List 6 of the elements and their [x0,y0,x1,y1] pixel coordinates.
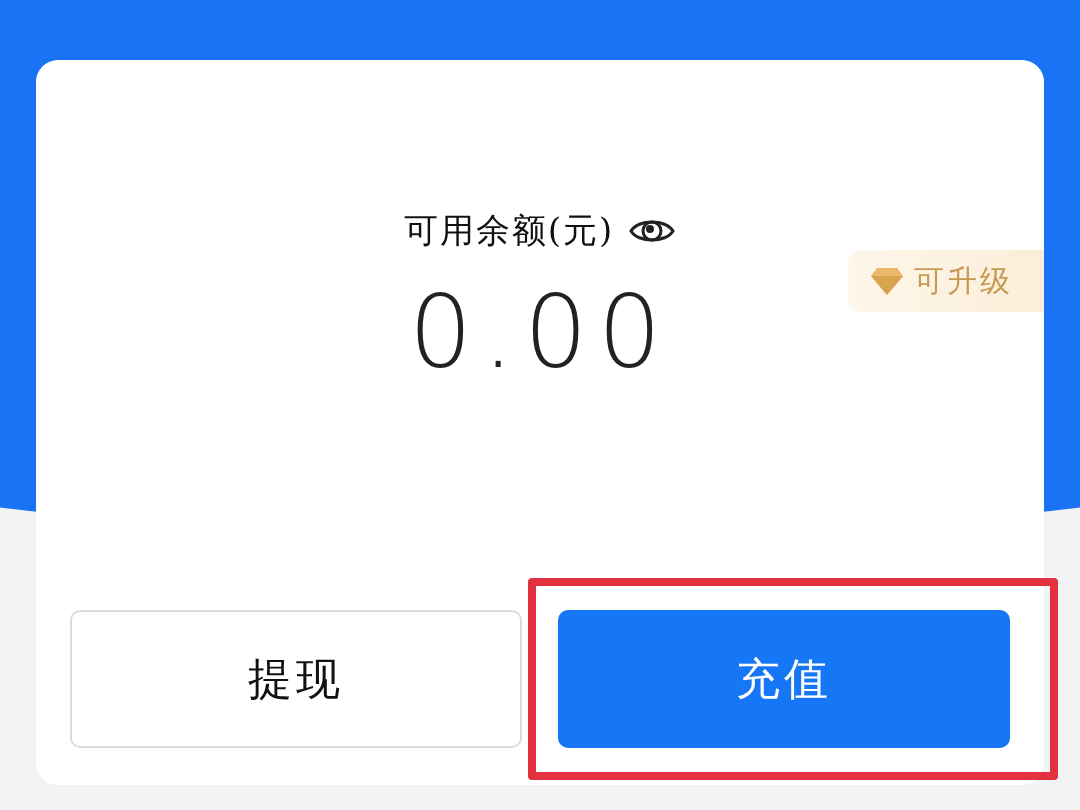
recharge-button[interactable]: 充值 [558,610,1010,748]
diamond-icon [870,266,904,296]
balance-amount: 0.00 [408,274,672,391]
withdraw-button[interactable]: 提现 [70,610,522,748]
balance-label: 可用余额(元) [403,209,615,252]
upgrade-badge[interactable]: 可升级 [848,250,1044,312]
